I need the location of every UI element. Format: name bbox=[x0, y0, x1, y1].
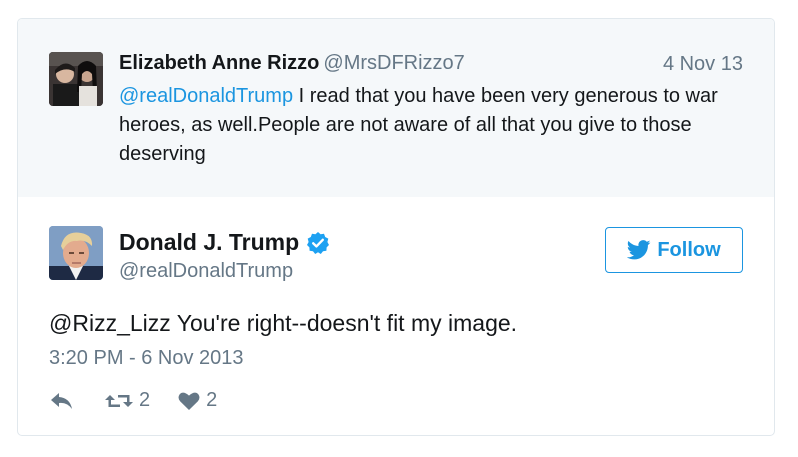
retweet-icon bbox=[105, 394, 133, 407]
in-reply-to-tweet[interactable]: Elizabeth Anne Rizzo @MrsDFRizzo7 4 Nov 1… bbox=[18, 19, 774, 197]
tweet-text: @Rizz_Lizz You're right--doesn't fit my … bbox=[49, 310, 518, 336]
retweet-button[interactable]: 2 bbox=[105, 389, 150, 412]
reply-author-avatar[interactable] bbox=[49, 52, 103, 106]
embedded-tweet-card: Elizabeth Anne Rizzo @MrsDFRizzo7 4 Nov 1… bbox=[17, 18, 775, 436]
follow-button-label: Follow bbox=[657, 238, 721, 261]
like-count: 2 bbox=[206, 389, 218, 411]
tweet-author-name[interactable]: Donald J. Trump bbox=[119, 229, 299, 256]
tweet-author-handle[interactable]: @realDonaldTrump bbox=[119, 260, 293, 283]
reply-author-name[interactable]: Elizabeth Anne Rizzo bbox=[119, 52, 319, 74]
tweet-timestamp[interactable]: 3:20 PM - 6 Nov 2013 bbox=[49, 347, 244, 370]
reply-mention-link[interactable]: @realDonaldTrump bbox=[119, 85, 293, 107]
like-button[interactable]: 2 bbox=[178, 389, 217, 412]
reply-icon bbox=[51, 392, 72, 409]
heart-icon bbox=[178, 392, 200, 410]
tweet-actions: 2 2 bbox=[49, 389, 217, 412]
reply-text: @realDonaldTrump I read that you have be… bbox=[119, 82, 729, 169]
follow-button[interactable]: Follow bbox=[605, 227, 743, 273]
reply-author-handle[interactable]: @MrsDFRizzo7 bbox=[323, 52, 464, 74]
reply-button[interactable] bbox=[49, 391, 75, 411]
tweet-author-avatar[interactable] bbox=[49, 226, 103, 280]
retweet-count: 2 bbox=[139, 389, 151, 411]
twitter-bird-icon bbox=[627, 240, 651, 260]
tweet-author-name-row: Donald J. Trump bbox=[119, 229, 330, 256]
reply-date[interactable]: 4 Nov 13 bbox=[663, 53, 743, 76]
reply-author-line: Elizabeth Anne Rizzo @MrsDFRizzo7 bbox=[119, 52, 465, 75]
verified-badge-icon bbox=[306, 231, 330, 255]
